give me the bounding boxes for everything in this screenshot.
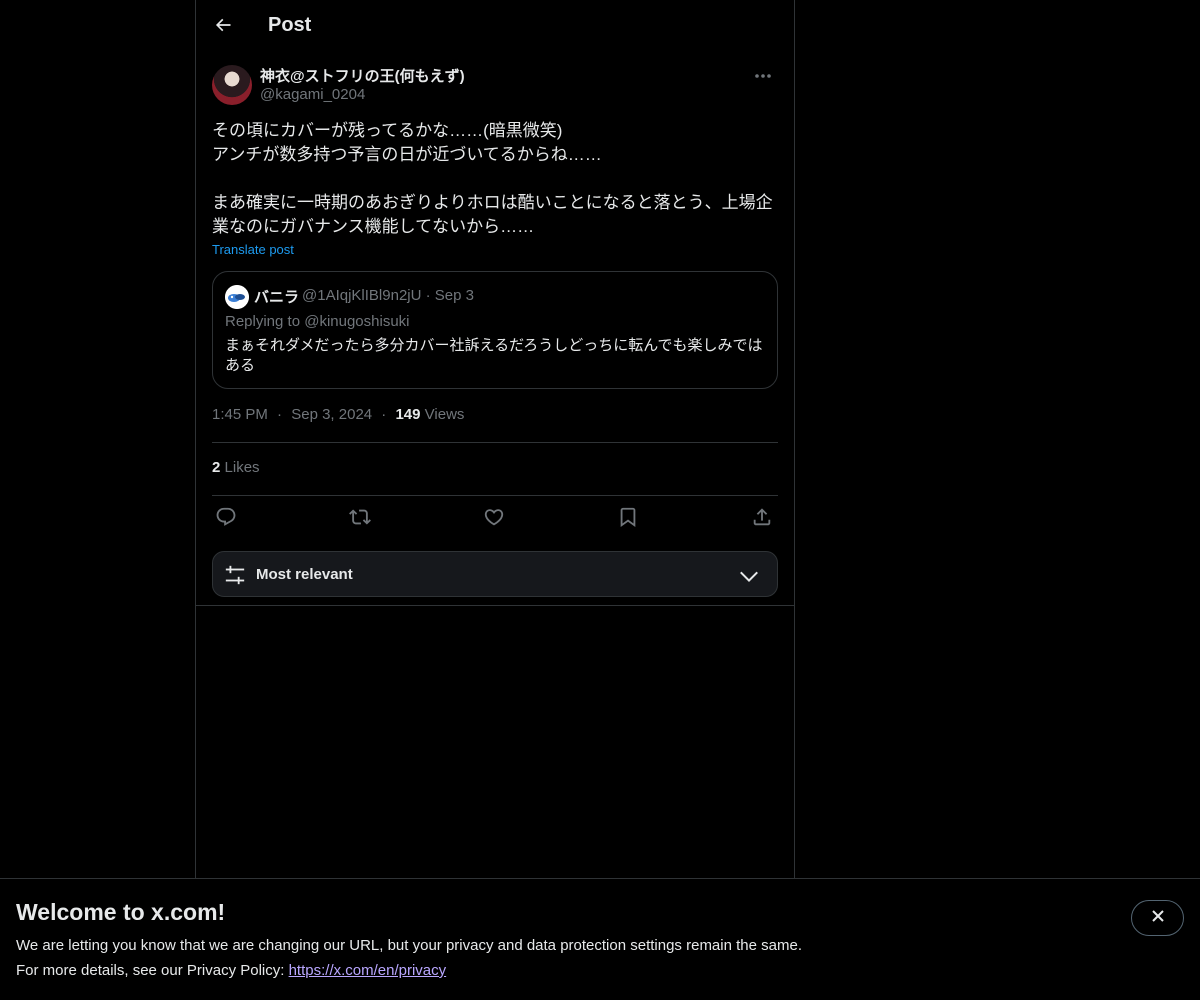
author-handle[interactable]: @kagami_0204 (260, 86, 365, 103)
quoted-post[interactable]: バニラ @1AIqjKlIBl9n2jU · Sep 3 Replying to… (212, 271, 778, 389)
chevron-down-icon (737, 564, 761, 588)
quote-replying-to: Replying to @kinugoshisuki (225, 313, 410, 330)
quote-handle-date: @1AIqjKlIBl9n2jU · Sep 3 (302, 287, 474, 304)
arrow-left-icon (213, 15, 233, 40)
reply-button[interactable] (212, 505, 240, 533)
translate-post-link[interactable]: Translate post (212, 242, 294, 257)
post-date[interactable]: Sep 3, 2024 (291, 406, 372, 423)
action-bar (212, 505, 778, 533)
likes-label: Likes (224, 459, 260, 476)
post-text: その頃にカバーが残ってるかな……(暗黒微笑) アンチが数多持つ予言の日が近づいて… (212, 119, 778, 239)
sort-label: Most relevant (256, 566, 353, 583)
more-options-button[interactable] (748, 65, 778, 85)
share-icon (751, 506, 773, 533)
quote-display-name: バニラ (254, 289, 300, 306)
author-display-name[interactable]: 神衣@ストフリの王(何もえず) (260, 65, 465, 86)
bookmark-icon (617, 506, 639, 533)
reply-sort-dropdown[interactable]: Most relevant (212, 551, 778, 597)
likes-summary[interactable]: 2 Likes (212, 459, 260, 476)
likes-count: 2 (212, 459, 221, 476)
sliders-icon (223, 563, 247, 587)
share-button[interactable] (748, 505, 776, 533)
banner-close-button[interactable] (1131, 900, 1184, 936)
views-count: 149 (395, 406, 421, 423)
post-author: 神衣@ストフリの王(何もえず) @kagami_0204 (212, 65, 778, 109)
reply-icon (215, 506, 237, 533)
banner-message: We are letting you know that we are chan… (16, 937, 802, 954)
post-text-line: まあ確実に一時期のあおぎりよりホロは酷いことになると落とう、上場企業なのにガバナ… (212, 193, 773, 236)
avatar[interactable] (212, 65, 252, 105)
page-title: Post (268, 14, 312, 36)
close-icon (1150, 908, 1166, 929)
post-text-line: その頃にカバーが残ってるかな……(暗黒微笑) (212, 121, 563, 140)
divider (212, 495, 778, 496)
repost-button[interactable] (346, 505, 374, 533)
repost-icon (349, 506, 371, 533)
divider (212, 442, 778, 443)
views-label: Views (424, 406, 465, 423)
quote-avatar (225, 285, 249, 309)
post-text-line: アンチが数多持つ予言の日が近づいてるからね…… (212, 145, 602, 164)
banner-privacy-line: For more details, see our Privacy Policy… (16, 962, 446, 979)
post-column: Post 神衣@ストフリの王(何もえず) @kagami_0204 その頃にカバ… (195, 0, 795, 1000)
quote-handle: @1AIqjKlIBl9n2jU (302, 287, 422, 304)
post-metadata: 1:45 PM · Sep 3, 2024 · 149 Views (212, 406, 465, 423)
privacy-policy-link[interactable]: https://x.com/en/privacy (289, 962, 447, 979)
banner-title: Welcome to x.com! (16, 899, 226, 925)
divider (196, 605, 794, 606)
like-button[interactable] (480, 505, 508, 533)
back-button[interactable] (206, 10, 240, 44)
post-time[interactable]: 1:45 PM (212, 406, 268, 423)
quote-date: Sep 3 (434, 287, 474, 304)
heart-icon (483, 506, 505, 533)
banner-privacy-prefix: For more details, see our Privacy Policy… (16, 962, 289, 979)
top-bar: Post (196, 0, 794, 54)
url-change-banner: Welcome to x.com! We are letting you kno… (0, 878, 1200, 1000)
more-icon (754, 66, 772, 84)
bookmark-button[interactable] (614, 505, 642, 533)
quote-text: まぁそれダメだったら多分カバー社訴えるだろうしどっちに転んでも楽しみではある (225, 337, 763, 374)
